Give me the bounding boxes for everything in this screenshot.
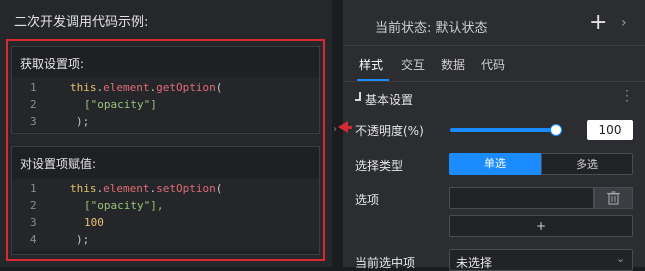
code-close: );: [76, 115, 90, 128]
code-object: element: [103, 182, 150, 195]
line-number: 4: [30, 233, 37, 246]
tab-interaction[interactable]: 交互: [401, 56, 425, 73]
code-line: 3 100: [12, 214, 319, 231]
code-line: 2 ["opacity"],: [12, 197, 319, 214]
current-selection-value: 未选择: [456, 256, 493, 270]
basic-settings-section[interactable]: 基本设置 · · ·: [343, 84, 645, 112]
select-type-label: 选择类型: [355, 159, 404, 173]
section-title: 基本设置: [365, 93, 414, 107]
property-panel: 当前状态: 默认状态 + › 样式 交互 数据 代码 基本设置 · · · 不透明度…: [343, 0, 645, 271]
opacity-slider-handle[interactable]: [550, 124, 562, 136]
add-option-button[interactable]: +: [449, 215, 633, 237]
code-number: 100: [84, 216, 104, 229]
code-keyword: this: [70, 81, 97, 94]
code-line: 2 ["opacity"]: [12, 96, 319, 113]
chevron-right-icon[interactable]: ›: [621, 15, 627, 31]
line-number: 3: [30, 115, 37, 128]
line-number: 2: [30, 98, 37, 111]
opacity-slider[interactable]: [450, 128, 556, 132]
collapse-corner-icon: [355, 92, 361, 101]
tab-code[interactable]: 代码: [481, 56, 505, 73]
code-method: getOption: [156, 81, 216, 94]
chevron-down-icon: ⌄: [616, 252, 626, 265]
trash-icon: [607, 191, 620, 205]
option-input[interactable]: [449, 187, 594, 209]
line-number: 3: [30, 216, 37, 229]
set-option-heading: 对设置项赋值:: [20, 157, 97, 171]
code-paren: (: [215, 81, 223, 94]
active-tab-indicator: [357, 79, 389, 81]
state-header: 当前状态: 默认状态 + ›: [343, 0, 645, 46]
panel-tabs: 样式 交互 数据 代码: [343, 46, 645, 82]
code-object: element: [103, 81, 150, 94]
get-option-card: 获取设置项: 1 this.element.getOption( 2 ["opa…: [11, 46, 320, 134]
tab-data[interactable]: 数据: [441, 56, 465, 73]
arrow-shaft: [346, 126, 352, 129]
set-option-card: 对设置项赋值: 1 this.element.setOption( 2 ["op…: [11, 146, 320, 255]
code-close: );: [76, 233, 90, 246]
line-number: 2: [30, 199, 37, 212]
line-number: 1: [30, 182, 37, 195]
add-state-icon[interactable]: +: [589, 12, 607, 34]
set-option-code: 1 this.element.setOption( 2 ["opacity"],…: [12, 179, 319, 251]
current-selection-label: 当前选中项: [355, 256, 416, 270]
current-state-label[interactable]: 当前状态: 默认状态: [375, 17, 488, 36]
opacity-label: 不透明度(%): [355, 124, 424, 138]
get-option-heading: 获取设置项:: [20, 57, 85, 71]
delete-option-button[interactable]: [594, 187, 633, 209]
code-paren: (: [215, 182, 223, 195]
current-selection-select[interactable]: 未选择 ⌄: [449, 249, 633, 271]
code-string: ["opacity"]: [84, 98, 157, 111]
options-label: 选项: [355, 193, 380, 207]
more-vertical-icon[interactable]: · · ·: [625, 85, 629, 107]
code-line: 3 );: [12, 113, 319, 130]
code-line: 1 this.element.setOption(: [12, 180, 319, 197]
code-example-tooltip: 二次开发调用代码示例: 获取设置项: 1 this.element.getOpt…: [0, 0, 332, 267]
get-option-code: 1 this.element.getOption( 2 ["opacity"] …: [12, 77, 319, 132]
line-number: 1: [30, 81, 37, 94]
chevron-right-icon: ›: [333, 124, 337, 135]
tab-style[interactable]: 样式: [359, 56, 383, 73]
code-keyword: this: [70, 182, 97, 195]
code-string: ["opacity"],: [84, 199, 164, 212]
tooltip-title: 二次开发调用代码示例:: [14, 15, 149, 30]
opacity-input[interactable]: 100: [587, 120, 633, 140]
single-select-option[interactable]: 单选: [449, 153, 541, 175]
code-method: setOption: [156, 182, 216, 195]
code-line: 1 this.element.getOption(: [12, 79, 319, 96]
multi-select-option[interactable]: 多选: [541, 153, 633, 175]
code-line: 4 );: [12, 231, 319, 248]
